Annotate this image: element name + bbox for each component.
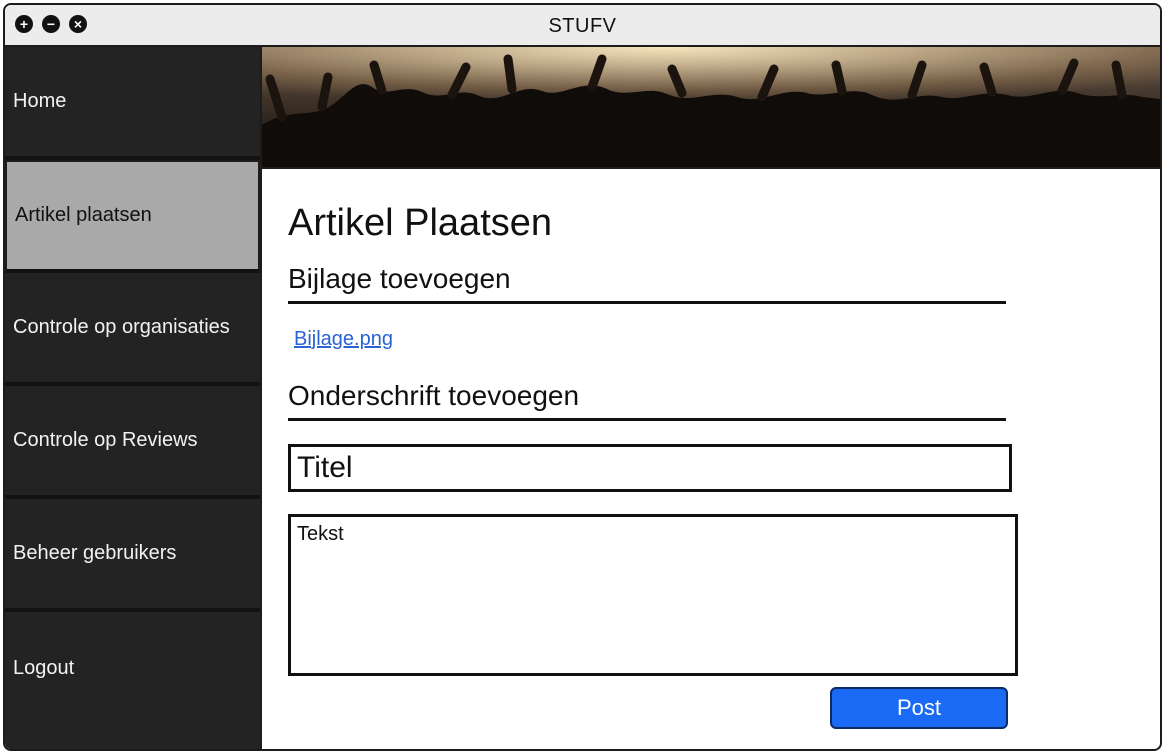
window-title: STUFV [548,15,617,37]
sidebar-nav: Home Artikel plaatsen Controle op organi… [5,47,262,749]
sidebar-item-label: Controle op organisaties [13,316,230,338]
sidebar-item-label: Artikel plaatsen [15,204,152,226]
sidebar-item-label: Logout [13,657,75,679]
sidebar-item-label: Home [13,90,67,112]
post-button[interactable]: Post [830,687,1008,729]
sidebar-item-logout[interactable]: Logout [5,612,260,725]
sidebar-item-artikel-plaatsen[interactable]: Artikel plaatsen [5,160,260,273]
sidebar-item-beheer-gebruikers[interactable]: Beheer gebruikers [5,499,260,612]
attachment-section-heading: Bijlage toevoegen [288,263,1006,304]
sidebar-item-controle-reviews[interactable]: Controle op Reviews [5,386,260,499]
sidebar-item-label: Beheer gebruikers [13,542,177,564]
title-input[interactable]: Titel [288,444,1012,492]
header-banner-image [262,47,1160,169]
page-title: Artikel Plaatsen [288,202,553,244]
sidebar-item-controle-organisaties[interactable]: Controle op organisaties [5,273,260,386]
crowd-silhouette [262,54,1160,167]
text-area[interactable]: Tekst [288,514,1018,676]
app-window: + − × STUFV Home Artikel plaatsen Contro… [3,3,1162,751]
caption-section-heading: Onderschrift toevoegen [288,380,1006,421]
sidebar-item-home[interactable]: Home [5,47,260,160]
title-bar: + − × STUFV [5,5,1160,47]
sidebar-item-label: Controle op Reviews [13,429,198,451]
attachment-link[interactable]: Bijlage.png [294,328,393,351]
